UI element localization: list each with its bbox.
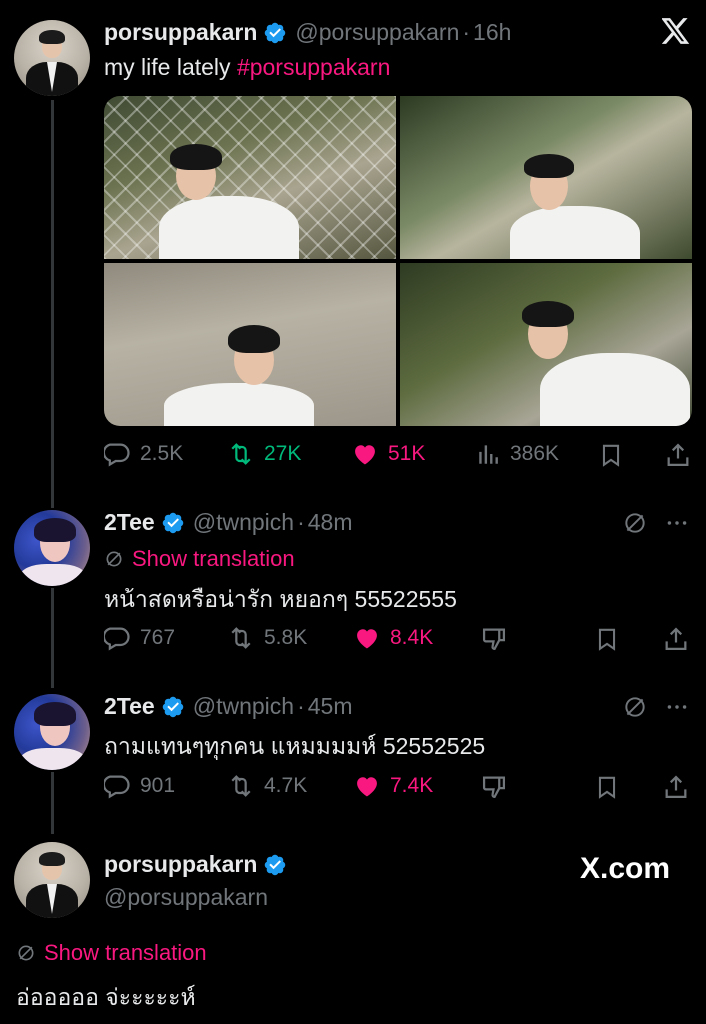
tweet-body: my life lately: [104, 54, 231, 80]
separator-dot: ·: [297, 509, 305, 535]
author-name[interactable]: 2Tee: [104, 693, 155, 720]
reply-header: porsuppakarn: [104, 851, 295, 878]
reply-icon: [104, 775, 130, 799]
translate-icon[interactable]: [622, 510, 648, 536]
reply-count: 901: [140, 774, 176, 797]
reply-actions: 901 4.7K 7.4K: [104, 772, 692, 802]
reply-icon: [104, 443, 130, 467]
author-handle[interactable]: @porsuppakarn: [104, 884, 268, 911]
separator-dot: ·: [297, 693, 305, 719]
verified-icon: [162, 512, 183, 533]
photo-garden[interactable]: [400, 96, 692, 259]
reply-count: 767: [140, 626, 176, 649]
author-handle-text: @porsuppakarn: [104, 884, 268, 910]
like-button[interactable]: 51K: [350, 440, 425, 468]
views-count: 386K: [510, 442, 560, 465]
reply-text: อ่อออออ จ่ะะะะะห์: [16, 984, 196, 1010]
translate-icon: [106, 551, 122, 567]
show-translation-label: Show translation: [132, 546, 295, 571]
reply-header: 2Tee @twnpich · 45m: [104, 693, 352, 720]
retweet-button[interactable]: 27K: [226, 440, 301, 468]
photo-plants[interactable]: [400, 263, 692, 426]
show-translation-label: Show translation: [44, 940, 207, 965]
verified-icon: [265, 854, 286, 875]
author-name[interactable]: porsuppakarn: [104, 851, 257, 878]
retweet-icon: [231, 775, 251, 797]
thread-line: [51, 100, 54, 508]
reply-button[interactable]: 2.5K: [104, 440, 183, 468]
share-icon[interactable]: [662, 773, 690, 801]
like-count: 7.4K: [390, 774, 434, 797]
like-button[interactable]: 8.4K: [352, 624, 433, 652]
tweet-actions: 2.5K 27K 51K 386K: [104, 440, 692, 470]
more-icon[interactable]: [664, 694, 690, 720]
avatar[interactable]: [14, 510, 90, 586]
reply-text: ถามแทนๆทุกคน แหมมมมห์ 52552525: [104, 733, 486, 759]
timestamp[interactable]: 16h: [473, 19, 511, 46]
bookmark-icon[interactable]: [598, 441, 624, 469]
reply-icon: [104, 627, 130, 651]
reply-actions: 767 5.8K 8.4K: [104, 624, 692, 654]
separator-dot: ·: [462, 19, 471, 45]
translate-icon[interactable]: [622, 694, 648, 720]
dislike-icon[interactable]: [480, 625, 508, 653]
show-translation-link[interactable]: Show translation: [16, 940, 207, 966]
media-grid: [104, 96, 692, 426]
retweet-icon: [231, 627, 251, 649]
retweet-count: 27K: [264, 442, 302, 465]
author-name[interactable]: porsuppakarn: [104, 19, 257, 46]
timestamp[interactable]: 48m: [308, 509, 353, 536]
author-name[interactable]: 2Tee: [104, 509, 155, 536]
avatar[interactable]: [14, 20, 90, 96]
reply-header: 2Tee @twnpich · 48m: [104, 509, 352, 536]
dislike-icon[interactable]: [480, 773, 508, 801]
author-handle[interactable]: @twnpich: [193, 693, 294, 720]
avatar[interactable]: [14, 842, 90, 918]
tweet-header: porsuppakarn @porsuppakarn · 16h: [104, 19, 511, 46]
heart-icon: [357, 629, 377, 649]
retweet-button[interactable]: 4.7K: [226, 772, 307, 800]
verified-icon: [162, 696, 183, 717]
views-button[interactable]: 386K: [476, 440, 559, 468]
bookmark-icon[interactable]: [594, 773, 620, 801]
x-com-watermark: X.com: [580, 852, 671, 885]
translate-icon: [18, 945, 34, 961]
author-handle[interactable]: @porsuppakarn: [295, 19, 459, 46]
photo-hammock[interactable]: [104, 96, 396, 259]
reply-text: หน้าสดหรือน่ารัก หยอกๆ 55522555: [104, 586, 457, 612]
show-translation-link[interactable]: Show translation: [104, 546, 295, 572]
bookmark-icon[interactable]: [594, 625, 620, 653]
retweet-count: 5.8K: [264, 626, 308, 649]
like-button[interactable]: 7.4K: [352, 772, 433, 800]
tweet-text: my life lately #porsuppakarn: [104, 54, 390, 81]
timestamp[interactable]: 45m: [308, 693, 353, 720]
heart-icon: [357, 777, 377, 797]
retweet-icon: [231, 443, 251, 465]
reply-count: 2.5K: [140, 442, 184, 465]
retweet-count: 4.7K: [264, 774, 308, 797]
like-count: 8.4K: [390, 626, 434, 649]
avatar[interactable]: [14, 694, 90, 770]
retweet-button[interactable]: 5.8K: [226, 624, 307, 652]
author-handle[interactable]: @twnpich: [193, 509, 294, 536]
photo-wall[interactable]: [104, 263, 396, 426]
share-icon[interactable]: [662, 625, 690, 653]
x-logo-icon[interactable]: [662, 18, 690, 44]
reply-button[interactable]: 767: [104, 624, 175, 652]
verified-icon: [265, 22, 286, 43]
thread-line: [51, 772, 54, 834]
reply-button[interactable]: 901: [104, 772, 175, 800]
more-icon[interactable]: [664, 510, 690, 536]
thread-line: [51, 588, 54, 688]
hashtag-link[interactable]: #porsuppakarn: [237, 54, 390, 80]
like-count: 51K: [388, 442, 426, 465]
views-icon: [479, 445, 498, 464]
heart-icon: [355, 445, 375, 465]
share-icon[interactable]: [664, 441, 692, 469]
